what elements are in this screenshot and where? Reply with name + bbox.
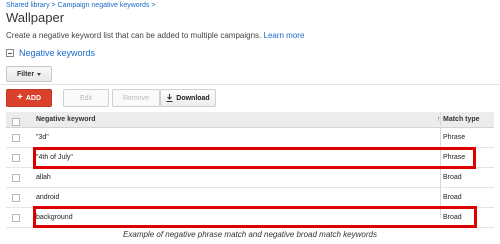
match-type-cell: Broad bbox=[443, 194, 462, 201]
description-text: Create a negative keyword list that can … bbox=[6, 31, 262, 40]
breadcrumb[interactable]: Shared library > Campaign negative keywo… bbox=[6, 2, 155, 9]
download-icon bbox=[166, 94, 173, 102]
caret-down-icon bbox=[37, 72, 42, 76]
broad-match-highlight-box bbox=[33, 206, 477, 228]
select-all-checkbox[interactable] bbox=[12, 118, 20, 126]
keyword-cell: allah bbox=[36, 174, 51, 181]
edit-button[interactable]: Edit bbox=[63, 89, 109, 107]
download-label: Download bbox=[176, 94, 210, 102]
row-checkbox[interactable] bbox=[12, 214, 20, 222]
learn-more-link[interactable]: Learn more bbox=[264, 31, 305, 40]
filter-label: Filter bbox=[16, 70, 35, 78]
plus-icon: + bbox=[16, 92, 23, 103]
add-label: ADD bbox=[25, 94, 41, 102]
column-header-keyword[interactable]: Negative keyword bbox=[36, 116, 96, 123]
keyword-cell: "3d" bbox=[36, 134, 49, 141]
table-row: allah Broad bbox=[6, 168, 494, 188]
row-checkbox[interactable] bbox=[12, 174, 20, 182]
section-label[interactable]: Negative keywords bbox=[19, 48, 95, 58]
edit-label: Edit bbox=[79, 94, 93, 102]
table-row: android Broad bbox=[6, 188, 494, 208]
add-button[interactable]: + ADD bbox=[6, 89, 52, 107]
row-checkbox[interactable] bbox=[12, 154, 20, 162]
remove-button[interactable]: Remove bbox=[112, 89, 160, 107]
figure-caption: Example of negative phrase match and neg… bbox=[123, 230, 377, 239]
collapse-minus-icon[interactable] bbox=[6, 49, 14, 57]
page-title: Wallpaper bbox=[6, 10, 65, 25]
negative-keywords-section-toggle[interactable]: Negative keywords bbox=[6, 47, 95, 59]
remove-label: Remove bbox=[122, 94, 150, 102]
phrase-match-highlight-box bbox=[33, 147, 476, 169]
toolbar-divider bbox=[0, 84, 500, 85]
table-header-row: Negative keyword ↑ Match type bbox=[6, 112, 494, 128]
match-type-cell: Broad bbox=[443, 174, 462, 181]
row-checkbox[interactable] bbox=[12, 194, 20, 202]
description: Create a negative keyword list that can … bbox=[6, 31, 304, 40]
row-checkbox[interactable] bbox=[12, 134, 20, 142]
table-row: "3d" Phrase bbox=[6, 128, 494, 148]
column-header-match-type[interactable]: Match type bbox=[443, 116, 480, 123]
keyword-cell: android bbox=[36, 194, 60, 201]
download-button[interactable]: Download bbox=[160, 89, 216, 107]
match-type-cell: Phrase bbox=[443, 134, 466, 141]
filter-button[interactable]: Filter bbox=[6, 66, 52, 82]
